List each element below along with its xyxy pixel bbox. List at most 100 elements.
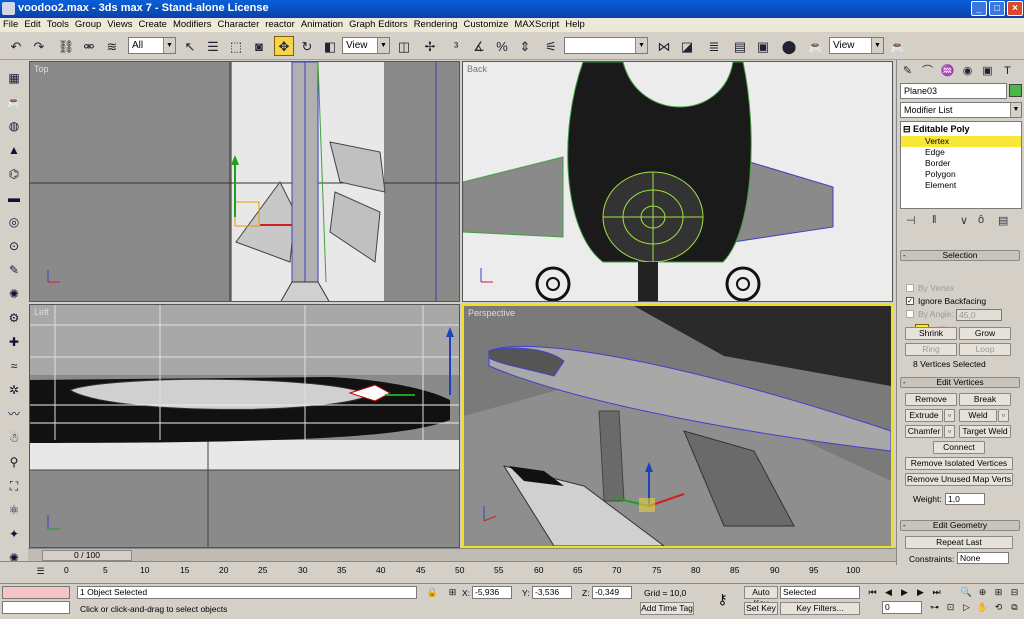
repeat-last-button[interactable]: Repeat Last — [905, 536, 1013, 549]
quick-render-icon[interactable]: ☕ — [888, 36, 908, 56]
configure-sets-icon[interactable]: ▤ — [998, 214, 1008, 227]
undo-icon[interactable]: ↶ — [6, 36, 26, 56]
timeline[interactable]: ☰ 0 5 10 15 20 25 30 35 40 45 50 55 60 6… — [0, 561, 896, 583]
extrude-button[interactable]: Extrude — [905, 409, 943, 422]
create-spacewarp-icon[interactable]: ≈ — [4, 356, 24, 376]
create-tab-icon[interactable]: ✎ — [899, 63, 916, 80]
stack-item-border[interactable]: Border — [901, 158, 1021, 169]
minimize-button[interactable]: _ — [971, 1, 987, 16]
stack-item-polygon[interactable]: Polygon — [901, 169, 1021, 180]
zoom-extents-icon[interactable]: ⊞ — [992, 586, 1005, 599]
pin-stack-icon[interactable]: ⊣ — [906, 214, 916, 227]
select-and-move-icon[interactable]: ✥ — [274, 36, 294, 56]
connect-button[interactable]: Connect — [933, 441, 985, 454]
create-helper-icon[interactable]: ✚ — [4, 332, 24, 352]
set-key-button[interactable]: Set Key — [744, 602, 778, 615]
redo-icon[interactable]: ↷ — [29, 36, 49, 56]
field-of-view-icon[interactable]: ▷ — [960, 601, 973, 614]
by-angle-checkbox[interactable] — [906, 310, 914, 318]
modifier-list-dropdown[interactable]: Modifier List ▼ — [900, 102, 1022, 118]
close-button[interactable]: × — [1007, 1, 1023, 16]
menu-modifiers[interactable]: Modifiers — [170, 18, 215, 31]
add-time-tag-button[interactable]: Add Time Tag — [640, 602, 694, 615]
show-end-result-icon[interactable]: ‖ — [932, 214, 937, 226]
stack-head[interactable]: ⊟ Editable Poly — [903, 124, 970, 135]
go-to-start-icon[interactable]: ⏮ — [866, 586, 879, 599]
reactor-icon[interactable]: ⚛ — [4, 500, 24, 520]
create-box-icon[interactable]: ▦ — [4, 68, 24, 88]
menu-help[interactable]: Help — [562, 18, 588, 31]
align-icon[interactable]: ◪ — [677, 36, 697, 56]
wave-icon[interactable]: 〰 — [4, 404, 24, 424]
create-cone-icon[interactable]: ▲ — [4, 140, 24, 160]
mirror-icon[interactable]: ⋈ — [654, 36, 674, 56]
schematic-view-icon[interactable]: ▣ — [753, 36, 773, 56]
z-coordinate-field[interactable]: -0,349 — [592, 586, 632, 599]
display-tab-icon[interactable]: ▣ — [979, 63, 996, 80]
previous-frame-icon[interactable]: ◀ — [882, 586, 895, 599]
menu-rendering[interactable]: Rendering — [411, 18, 461, 31]
object-name-field[interactable]: Plane03 — [900, 83, 1007, 99]
named-selection-dropdown[interactable]: ▼ — [564, 37, 648, 54]
x-coordinate-field[interactable]: -5,936 — [472, 586, 512, 599]
maxscript-listener-pink[interactable] — [2, 586, 70, 599]
create-shape-icon[interactable]: ✎ — [4, 260, 24, 280]
bone-icon[interactable]: ⚲ — [4, 452, 24, 472]
create-sphere-icon[interactable]: ◍ — [4, 116, 24, 136]
select-and-scale-icon[interactable]: ◧ — [320, 36, 340, 56]
ring-button[interactable]: Ring — [905, 343, 957, 356]
edit-geometry-rollout[interactable]: - Edit Geometry — [900, 520, 1020, 531]
auto-key-button[interactable]: Auto Key — [744, 586, 778, 608]
remove-button[interactable]: Remove — [905, 393, 957, 406]
menu-maxscript[interactable]: MAXScript — [511, 18, 562, 31]
motion-tab-icon[interactable]: ◉ — [959, 63, 976, 80]
menu-character[interactable]: Character — [215, 18, 263, 31]
curve-editor-icon[interactable]: ▤ — [730, 36, 750, 56]
modify-tab-icon[interactable]: ⌒ — [919, 63, 936, 80]
weld-settings-icon[interactable]: ▫ — [998, 409, 1009, 422]
menu-tools[interactable]: Tools — [44, 18, 72, 31]
render-type-dropdown[interactable]: View ▼ — [829, 37, 884, 54]
selection-rollout[interactable]: - Selection — [900, 250, 1020, 261]
y-coordinate-field[interactable]: -3,536 — [532, 586, 572, 599]
break-button[interactable]: Break — [959, 393, 1011, 406]
select-object-icon[interactable]: ↖ — [180, 36, 200, 56]
menu-file[interactable]: File — [0, 18, 21, 31]
key-filters-button[interactable]: Key Filters... — [780, 602, 860, 615]
zoom-all-icon[interactable]: ⊕ — [976, 586, 989, 599]
zoom-icon[interactable]: 🔍 — [960, 586, 973, 599]
unlink-icon[interactable]: ⚮ — [79, 36, 99, 56]
remove-modifier-icon[interactable]: ô — [978, 214, 984, 226]
pan-icon[interactable]: ✋ — [976, 601, 989, 614]
time-slider[interactable]: 0 / 100 — [42, 550, 132, 561]
create-teapot-icon[interactable]: ☕ — [4, 92, 24, 112]
target-weld-button[interactable]: Target Weld — [959, 425, 1011, 438]
reference-coordinate-dropdown[interactable]: View ▼ — [342, 37, 390, 54]
hierarchy-tab-icon[interactable]: ♒ — [939, 63, 956, 80]
biped-icon[interactable]: ☃ — [4, 428, 24, 448]
menu-views[interactable]: Views — [104, 18, 135, 31]
angle-snap-icon[interactable]: ∡ — [469, 36, 489, 56]
by-vertex-checkbox[interactable] — [906, 284, 914, 292]
layer-manager-icon[interactable]: ≣ — [704, 36, 724, 56]
create-camera-icon[interactable]: ⚙ — [4, 308, 24, 328]
go-to-end-icon[interactable]: ⏭ — [930, 586, 943, 599]
chamfer-button[interactable]: Chamfer — [905, 425, 943, 438]
create-plane-icon[interactable]: ▬ — [4, 188, 24, 208]
play-icon[interactable]: ▶ — [898, 586, 911, 599]
percent-snap-icon[interactable]: % — [492, 36, 512, 56]
rectangular-selection-icon[interactable]: ⬚ — [226, 36, 246, 56]
snaps-toggle-icon[interactable]: ³ — [446, 36, 466, 56]
maximize-viewport-icon[interactable]: ⧉ — [1008, 601, 1021, 614]
constraints-dropdown[interactable]: None — [957, 552, 1009, 564]
menu-animation[interactable]: Animation — [298, 18, 346, 31]
viewport-top[interactable]: Top — [29, 61, 460, 302]
stack-item-edge[interactable]: Edge — [901, 147, 1021, 158]
weight-field[interactable]: 1,0 — [945, 493, 985, 505]
select-by-name-icon[interactable]: ☰ — [203, 36, 223, 56]
menu-create[interactable]: Create — [135, 18, 170, 31]
chamfer-settings-icon[interactable]: ▫ — [944, 425, 955, 438]
character-icon[interactable]: ⛶ — [4, 476, 24, 496]
by-angle-field[interactable]: 45,0 — [956, 309, 1002, 321]
remove-unused-map-verts-button[interactable]: Remove Unused Map Verts — [905, 473, 1013, 486]
